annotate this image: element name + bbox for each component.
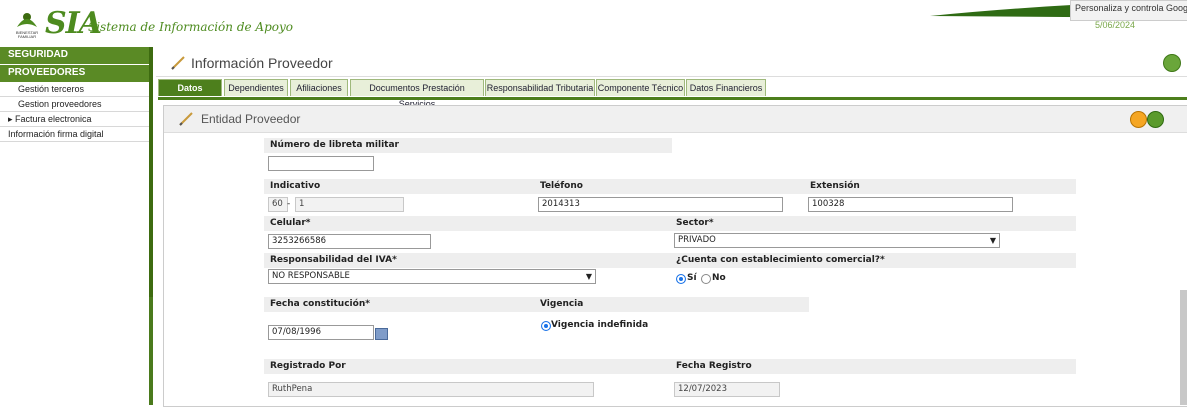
- app-header: BIENESTAR FAMILIAR SIA Sistema de Inform…: [0, 0, 1187, 44]
- tab-documentos[interactable]: Documentos Prestación Servicios: [350, 79, 484, 109]
- app-subtitle: Sistema de Información de Apoyo: [88, 20, 293, 34]
- row-background: [264, 179, 1076, 194]
- sidebar: SEGURIDAD PROVEEDORES Gestión terceros G…: [0, 47, 150, 405]
- main-panel: Información Proveedor Datos Básicos Depe…: [156, 50, 1187, 407]
- section-title: Entidad Proveedor: [201, 112, 301, 126]
- libreta-input[interactable]: [268, 156, 374, 171]
- iva-label: Responsabilidad del IVA*: [270, 255, 397, 265]
- sector-select-value: PRIVADO: [678, 235, 716, 245]
- sidebar-section-seguridad[interactable]: SEGURIDAD: [0, 47, 150, 64]
- sidebar-item-factura-electronica[interactable]: ▸ Factura electronica: [0, 112, 150, 127]
- row-background: [264, 216, 1076, 231]
- section-header: Entidad Proveedor: [164, 106, 1187, 133]
- chevron-down-icon: ▼: [585, 272, 592, 281]
- help-icon[interactable]: [1163, 54, 1181, 72]
- indicativo-separator: -: [287, 199, 291, 209]
- iva-select-value: NO RESPONSABLE: [272, 271, 350, 281]
- row-background: [264, 359, 1076, 374]
- establecimiento-label: ¿Cuenta con establecimiento comercial?*: [676, 255, 885, 265]
- sidebar-item-firma-digital[interactable]: Información firma digital: [0, 127, 150, 142]
- establecimiento-si-radio[interactable]: [676, 274, 686, 284]
- sidebar-splitter[interactable]: [149, 47, 153, 405]
- sidebar-item-gestion-terceros[interactable]: Gestión terceros: [0, 82, 150, 97]
- fecha-constitucion-label: Fecha constitución*: [270, 299, 370, 309]
- celular-input[interactable]: 3253266586: [268, 234, 431, 249]
- add-button[interactable]: [1130, 111, 1147, 128]
- sector-select[interactable]: PRIVADO ▼: [674, 233, 1000, 248]
- iva-select[interactable]: NO RESPONSABLE ▼: [268, 269, 596, 284]
- fecha-registro-field: 12/07/2023: [674, 382, 780, 397]
- chevron-down-icon: ▼: [989, 236, 996, 245]
- form-container: Entidad Proveedor Número de libreta mili…: [163, 105, 1187, 407]
- indicativo-field-a: 60: [268, 197, 288, 212]
- sector-label: Sector*: [676, 218, 714, 228]
- header-date: 5/06/2024: [1095, 20, 1136, 30]
- tab-bar: Datos Básicos Dependientes Afiliaciones …: [158, 79, 1187, 109]
- registrado-por-field: RuthPena: [268, 382, 594, 397]
- pencil-icon: [171, 56, 185, 70]
- telefono-input[interactable]: 2014313: [538, 197, 783, 212]
- tab-dependientes[interactable]: Dependientes: [224, 79, 288, 96]
- fecha-registro-label: Fecha Registro: [676, 361, 752, 371]
- bienestar-logo-icon: BIENESTAR FAMILIAR: [16, 13, 38, 39]
- vigencia-indefinida-label: Vigencia indefinida: [551, 320, 649, 330]
- fecha-constitucion-input[interactable]: 07/08/1996: [268, 325, 374, 340]
- sidebar-item-gestion-proveedores[interactable]: Gestion proveedores: [0, 97, 150, 112]
- tab-afiliaciones[interactable]: Afiliaciones: [290, 79, 348, 96]
- telefono-label: Teléfono: [540, 181, 583, 191]
- svg-text:FAMILIAR: FAMILIAR: [18, 34, 36, 39]
- vigencia-label: Vigencia: [540, 299, 584, 309]
- indicativo-label: Indicativo: [270, 181, 321, 191]
- calendar-icon[interactable]: [375, 328, 388, 340]
- celular-label: Celular*: [270, 218, 311, 228]
- establecimiento-si-label: Sí: [687, 273, 697, 283]
- main-titlebar: Información Proveedor: [156, 50, 1187, 77]
- tab-datos-basicos[interactable]: Datos Básicos: [158, 79, 222, 109]
- registrado-por-label: Registrado Por: [270, 361, 346, 371]
- establecimiento-no-radio[interactable]: [701, 274, 711, 284]
- libreta-label: Número de libreta militar: [270, 140, 399, 150]
- indicativo-field-b: 1: [295, 197, 404, 212]
- vertical-scrollbar[interactable]: [1180, 290, 1187, 405]
- extension-label: Extensión: [810, 181, 860, 191]
- save-button[interactable]: [1147, 111, 1164, 128]
- tab-datos-financieros[interactable]: Datos Financieros: [686, 79, 766, 96]
- establecimiento-no-label: No: [712, 273, 726, 283]
- chrome-tooltip: Personaliza y controla Google Chrome: [1070, 0, 1187, 21]
- sidebar-section-proveedores[interactable]: PROVEEDORES: [0, 64, 150, 82]
- vigencia-indefinida-radio[interactable]: [541, 321, 551, 331]
- tab-responsabilidad-tributaria[interactable]: Responsabilidad Tributaria: [485, 79, 595, 96]
- pencil-icon: [179, 112, 193, 126]
- tab-componente-tecnico[interactable]: Componente Técnico: [596, 79, 685, 96]
- page-title: Información Proveedor: [191, 55, 333, 71]
- extension-input[interactable]: 100328: [808, 197, 1013, 212]
